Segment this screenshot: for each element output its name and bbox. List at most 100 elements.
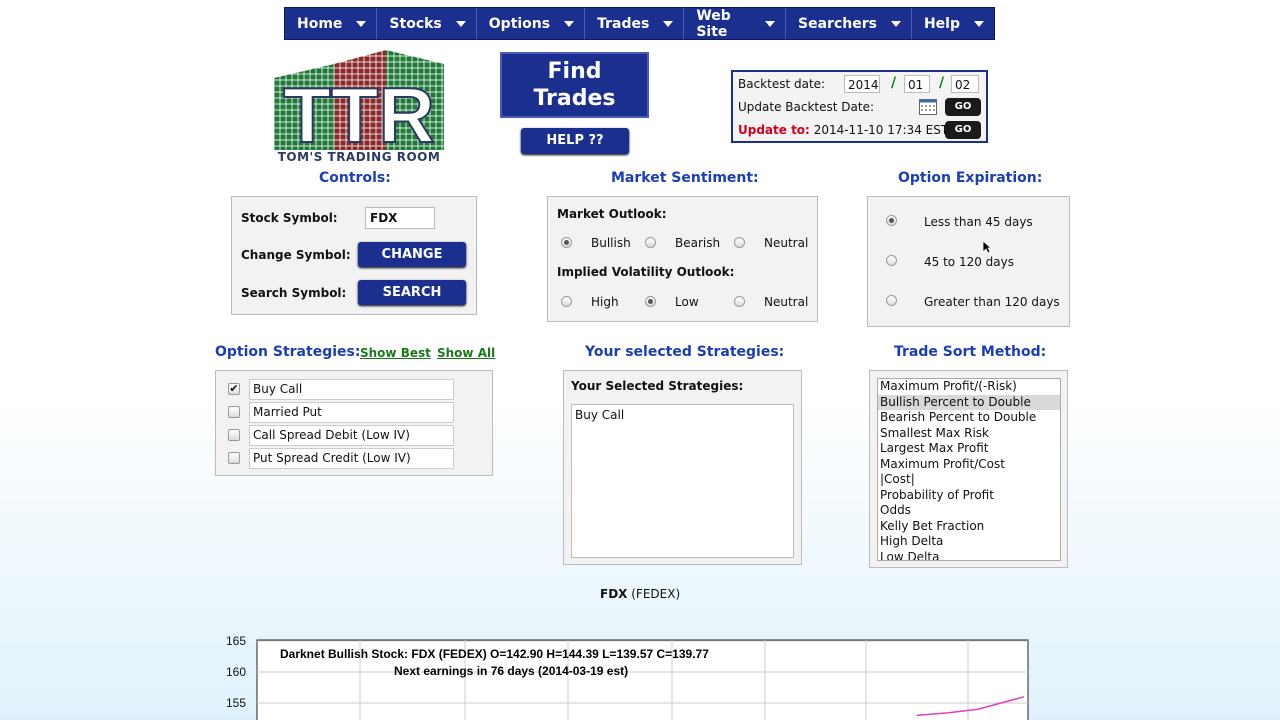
sort-option[interactable]: Probability of Profit xyxy=(878,488,1060,504)
strategy-put-spread-credit[interactable]: Put Spread Credit (Low IV) xyxy=(249,448,454,469)
chevron-down-icon[interactable] xyxy=(890,20,901,27)
search-button[interactable]: SEARCH xyxy=(358,280,466,305)
strategy-call-spread-debit[interactable]: Call Spread Debit (Low IV) xyxy=(249,425,454,446)
sort-option[interactable]: Low Delta xyxy=(878,550,1060,561)
mouse-cursor-icon xyxy=(982,240,992,254)
nav-options[interactable]: Options xyxy=(477,8,586,39)
chart-subtitle: Next earnings in 76 days (2014-03-19 est… xyxy=(394,664,628,678)
change-symbol-label: Change Symbol: xyxy=(241,248,351,262)
sort-option-selected[interactable]: Bullish Percent to Double xyxy=(878,394,1060,410)
find-trades-line1: Find xyxy=(547,59,602,84)
radio-iv-high[interactable] xyxy=(561,296,572,307)
radio-neutral-outlook[interactable] xyxy=(734,237,745,248)
market-outlook-label: Market Outlook: xyxy=(557,207,667,221)
nav-searchers-label: Searchers xyxy=(798,15,877,32)
nav-searchers[interactable]: Searchers xyxy=(786,8,912,39)
iv-outlook-label: Implied Volatility Outlook: xyxy=(557,265,735,279)
trade-sort-listbox[interactable]: Maximum Profit/(-Risk) Bullish Percent t… xyxy=(877,378,1061,561)
sort-option[interactable]: High Delta xyxy=(878,534,1060,550)
iv-high-label: High xyxy=(591,295,619,309)
chart-title: Darknet Bullish Stock: FDX (FEDEX) O=142… xyxy=(280,647,709,661)
exp-45-120-label: 45 to 120 days xyxy=(924,255,1014,269)
chevron-down-icon[interactable] xyxy=(455,20,466,27)
sort-option[interactable]: |Cost| xyxy=(878,472,1060,488)
top-nav: Home Stocks Options Trades Web Site Sear… xyxy=(284,7,995,40)
chart-symbol-title: FDX (FEDEX) xyxy=(600,587,680,601)
stock-symbol-input[interactable]: FDX xyxy=(365,207,435,229)
iv-low-label: Low xyxy=(675,295,699,309)
nav-options-label: Options xyxy=(488,15,551,32)
selected-strategies-textarea[interactable]: Buy Call xyxy=(571,404,794,558)
backtest-day-input[interactable]: 02 xyxy=(951,75,979,93)
sort-option[interactable]: Kelly Bet Fraction xyxy=(878,519,1060,535)
nav-home[interactable]: Home xyxy=(285,8,378,39)
radio-bearish[interactable] xyxy=(645,237,656,248)
find-trades-button[interactable]: Find Trades xyxy=(500,52,649,118)
radio-bullish[interactable] xyxy=(561,237,572,248)
checkbox-put-spread-credit[interactable] xyxy=(228,452,240,464)
help-button[interactable]: HELP ?? xyxy=(521,128,629,154)
trade-sort-panel: Maximum Profit/(-Risk) Bullish Percent t… xyxy=(869,370,1068,568)
strategy-married-put[interactable]: Married Put xyxy=(249,402,454,423)
sort-option[interactable]: Smallest Max Risk xyxy=(878,426,1060,442)
checkbox-married-put[interactable] xyxy=(228,406,240,418)
go-button-update-to[interactable]: GO xyxy=(945,121,981,139)
sort-option[interactable]: Bearish Percent to Double xyxy=(878,410,1060,426)
logo-letters: TTR xyxy=(283,71,435,159)
radio-exp-45-120[interactable] xyxy=(886,255,897,266)
backtest-month-input[interactable]: 01 xyxy=(904,75,930,93)
selected-strategies-heading: Your selected Strategies: xyxy=(585,344,785,360)
radio-iv-low[interactable] xyxy=(645,296,656,307)
show-all-link[interactable]: Show All xyxy=(437,346,495,360)
backtest-year-input[interactable]: 2014 xyxy=(844,75,880,93)
nav-web-site-label: Web Site xyxy=(696,7,731,40)
update-backtest-label: Update Backtest Date: xyxy=(738,100,874,114)
radio-iv-neutral[interactable] xyxy=(734,296,745,307)
chevron-down-icon[interactable] xyxy=(974,20,984,27)
find-trades-line2: Trades xyxy=(533,86,616,111)
controls-panel: Stock Symbol: FDX Change Symbol: CHANGE … xyxy=(231,196,477,315)
chevron-down-icon[interactable] xyxy=(564,20,575,27)
selected-strategies-label: Your Selected Strategies: xyxy=(571,379,744,393)
backtest-panel: Backtest date: 2014 / 01 / 02 Update Bac… xyxy=(731,70,988,143)
update-to-row: Update to: 2014-11-10 17:34 EST xyxy=(738,120,948,140)
bearish-label: Bearish xyxy=(675,236,721,250)
go-button-update[interactable]: GO xyxy=(945,98,981,116)
chevron-down-icon[interactable] xyxy=(663,20,674,27)
checkbox-buy-call[interactable]: ✔ xyxy=(228,383,240,395)
controls-heading: Controls: xyxy=(319,170,391,186)
nav-trades-label: Trades xyxy=(597,15,650,32)
update-to-value: 2014-11-10 17:34 EST xyxy=(813,123,949,137)
sort-option[interactable]: Maximum Profit/Cost xyxy=(878,457,1060,473)
sort-option[interactable]: Odds xyxy=(878,503,1060,519)
sort-option[interactable]: Maximum Profit/(-Risk) xyxy=(878,379,1060,395)
nav-help[interactable]: Help xyxy=(912,8,994,39)
nav-web-site[interactable]: Web Site xyxy=(684,7,787,40)
checkbox-call-spread-debit[interactable] xyxy=(228,429,240,441)
y-tick-label: 165 xyxy=(226,634,246,648)
strategy-buy-call[interactable]: Buy Call xyxy=(249,379,454,400)
show-best-link[interactable]: Show Best xyxy=(360,346,431,360)
chevron-down-icon[interactable] xyxy=(765,20,776,27)
chevron-down-icon[interactable] xyxy=(356,20,367,27)
change-button[interactable]: CHANGE xyxy=(358,242,466,267)
market-sentiment-heading: Market Sentiment: xyxy=(611,170,759,186)
ttr-logo[interactable]: TTR xyxy=(274,50,444,164)
option-expiration-panel: Less than 45 days 45 to 120 days Greater… xyxy=(867,196,1070,327)
radio-exp-lt45[interactable] xyxy=(886,215,897,226)
y-tick-label: 160 xyxy=(226,665,246,679)
market-sentiment-panel: Market Outlook: Bullish Bearish Neutral … xyxy=(547,196,818,322)
logo-caption: TOM'S TRADING ROOM xyxy=(277,150,441,164)
nav-stocks[interactable]: Stocks xyxy=(377,8,477,39)
selected-strategies-panel: Your Selected Strategies: Buy Call xyxy=(563,370,802,565)
calendar-icon[interactable] xyxy=(919,99,937,115)
bullish-label: Bullish xyxy=(591,236,631,250)
sort-option[interactable]: Largest Max Profit xyxy=(878,441,1060,457)
backtest-date-label: Backtest date: xyxy=(738,77,826,91)
selected-strategies-text: Buy Call xyxy=(575,408,625,422)
radio-exp-gt120[interactable] xyxy=(886,295,897,306)
nav-trades[interactable]: Trades xyxy=(585,8,685,39)
y-tick-label: 155 xyxy=(226,696,246,710)
nav-stocks-label: Stocks xyxy=(389,15,442,32)
nav-home-label: Home xyxy=(297,15,343,32)
